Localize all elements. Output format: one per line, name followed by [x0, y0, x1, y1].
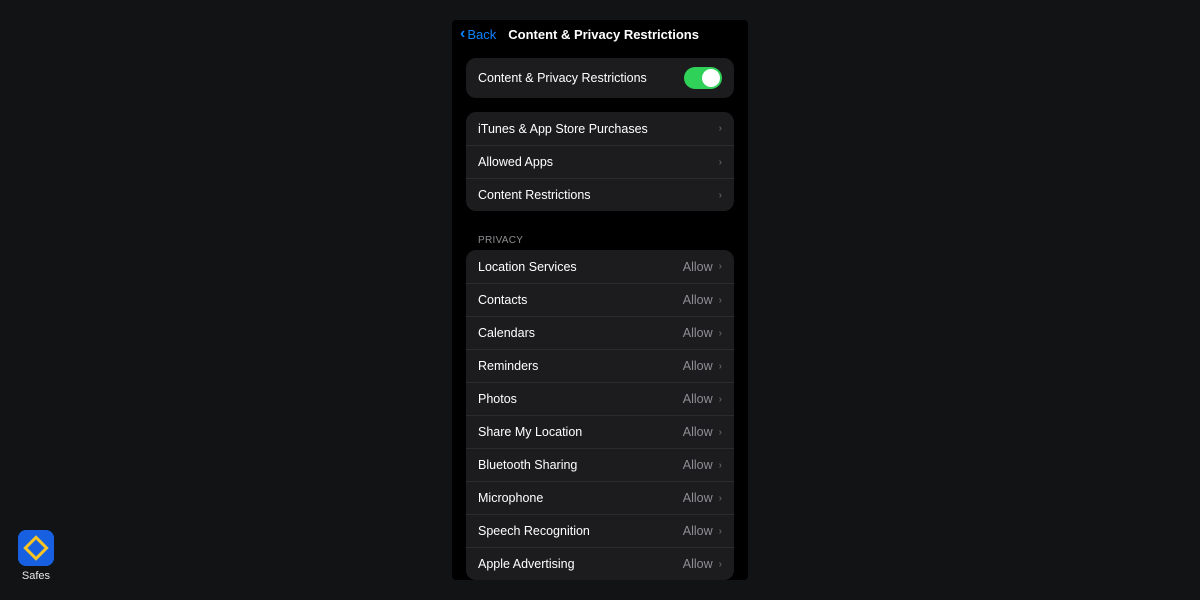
row-value: Allow	[683, 524, 713, 538]
chevron-right-icon: ›	[719, 361, 722, 372]
navigation-header: ‹ Back Content & Privacy Restrictions	[452, 20, 748, 48]
chevron-right-icon: ›	[719, 526, 722, 537]
allowed-apps-row[interactable]: Allowed Apps ›	[466, 145, 734, 178]
nav-section: iTunes & App Store Purchases › Allowed A…	[466, 112, 734, 211]
privacy-section: Location Services Allow › Contacts Allow…	[466, 250, 734, 580]
bluetooth-sharing-row[interactable]: Bluetooth Sharing Allow ›	[466, 448, 734, 481]
phone-settings-screen: ‹ Back Content & Privacy Restrictions Co…	[452, 20, 748, 580]
chevron-right-icon: ›	[719, 559, 722, 570]
photos-row[interactable]: Photos Allow ›	[466, 382, 734, 415]
row-value: Allow	[683, 260, 713, 274]
row-label: Bluetooth Sharing	[478, 458, 577, 472]
row-label: Photos	[478, 392, 517, 406]
row-label: Location Services	[478, 260, 577, 274]
page-title: Content & Privacy Restrictions	[508, 27, 699, 42]
row-label: Calendars	[478, 326, 535, 340]
chevron-right-icon: ›	[719, 157, 722, 168]
settings-content: Content & Privacy Restrictions iTunes & …	[452, 58, 748, 580]
safes-logo-text: Safes	[22, 570, 50, 582]
reminders-row[interactable]: Reminders Allow ›	[466, 349, 734, 382]
diamond-icon	[23, 535, 48, 560]
row-label: Apple Advertising	[478, 557, 575, 571]
safes-logo-icon	[18, 530, 54, 566]
row-label: Reminders	[478, 359, 538, 373]
row-label: Share My Location	[478, 425, 582, 439]
privacy-section-header: PRIVACY	[478, 235, 734, 246]
row-value: Allow	[683, 326, 713, 340]
microphone-row[interactable]: Microphone Allow ›	[466, 481, 734, 514]
chevron-right-icon: ›	[719, 123, 722, 134]
chevron-right-icon: ›	[719, 261, 722, 272]
content-privacy-toggle[interactable]	[684, 67, 722, 89]
toggle-section: Content & Privacy Restrictions	[466, 58, 734, 98]
row-label: Content Restrictions	[478, 188, 591, 202]
chevron-right-icon: ›	[719, 493, 722, 504]
chevron-right-icon: ›	[719, 328, 722, 339]
row-value: Allow	[683, 557, 713, 571]
row-value: Allow	[683, 392, 713, 406]
row-value: Allow	[683, 359, 713, 373]
row-value: Allow	[683, 293, 713, 307]
row-value: Allow	[683, 458, 713, 472]
location-services-row[interactable]: Location Services Allow ›	[466, 250, 734, 283]
contacts-row[interactable]: Contacts Allow ›	[466, 283, 734, 316]
chevron-right-icon: ›	[719, 460, 722, 471]
row-label: Speech Recognition	[478, 524, 590, 538]
row-label: iTunes & App Store Purchases	[478, 122, 648, 136]
back-button[interactable]: ‹ Back	[460, 25, 496, 43]
apple-advertising-row[interactable]: Apple Advertising Allow ›	[466, 547, 734, 580]
speech-recognition-row[interactable]: Speech Recognition Allow ›	[466, 514, 734, 547]
chevron-right-icon: ›	[719, 394, 722, 405]
row-label: Microphone	[478, 491, 543, 505]
row-label: Allowed Apps	[478, 155, 553, 169]
row-label: Content & Privacy Restrictions	[478, 71, 647, 85]
chevron-right-icon: ›	[719, 190, 722, 201]
chevron-left-icon: ‹	[460, 25, 465, 43]
toggle-knob	[702, 69, 720, 87]
chevron-right-icon: ›	[719, 295, 722, 306]
itunes-purchases-row[interactable]: iTunes & App Store Purchases ›	[466, 112, 734, 145]
safes-logo-container: Safes	[18, 530, 54, 582]
back-label: Back	[467, 27, 496, 42]
row-value: Allow	[683, 491, 713, 505]
calendars-row[interactable]: Calendars Allow ›	[466, 316, 734, 349]
chevron-right-icon: ›	[719, 427, 722, 438]
content-restrictions-row[interactable]: Content Restrictions ›	[466, 178, 734, 211]
content-privacy-toggle-row[interactable]: Content & Privacy Restrictions	[466, 58, 734, 98]
row-value: Allow	[683, 425, 713, 439]
share-my-location-row[interactable]: Share My Location Allow ›	[466, 415, 734, 448]
row-label: Contacts	[478, 293, 527, 307]
